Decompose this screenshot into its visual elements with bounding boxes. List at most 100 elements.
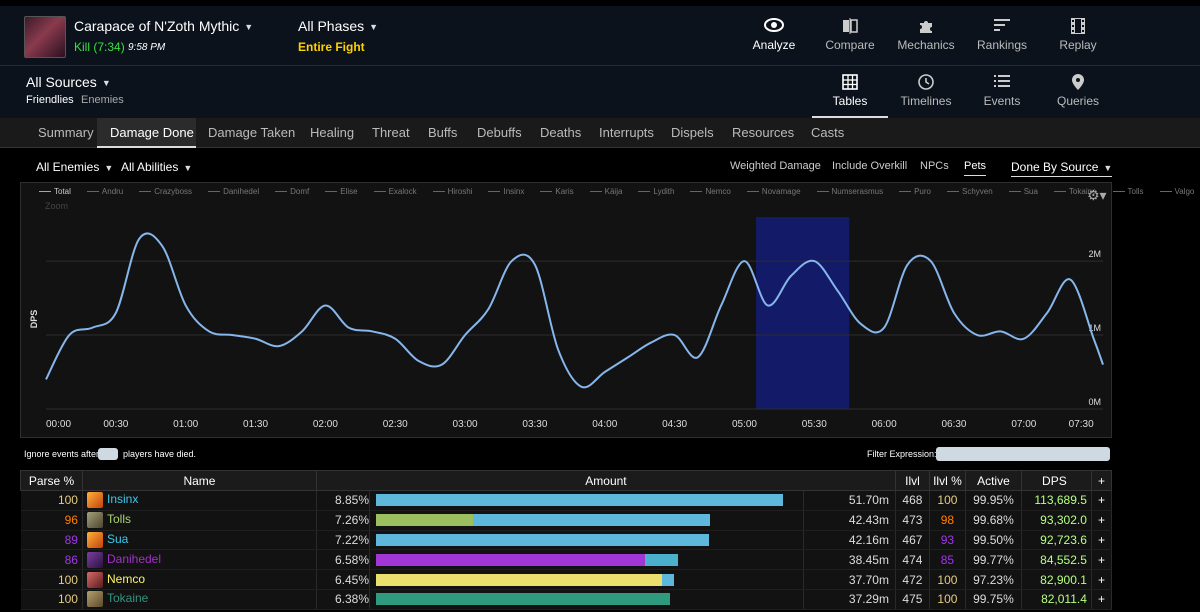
enemies-filter[interactable]: Enemies bbox=[81, 94, 124, 106]
encounter-selector[interactable]: Carapace of N'Zoth Mythic ▼ bbox=[74, 18, 253, 34]
view-queries[interactable]: Queries bbox=[1040, 72, 1116, 118]
nav-rankings[interactable]: Rankings bbox=[964, 12, 1040, 70]
table-row[interactable]: 100 Insinx 8.85% 51.70m 468 100 99.95% 1… bbox=[20, 490, 1113, 511]
dps-cell: 82,900.1 bbox=[1021, 569, 1092, 590]
series-line-total bbox=[45, 232, 1104, 389]
expand-row-button[interactable]: + bbox=[1091, 589, 1113, 610]
tab-deaths[interactable]: Deaths bbox=[540, 125, 581, 140]
player-name[interactable]: Tokaine bbox=[107, 592, 148, 606]
player-name-cell[interactable]: Insinx bbox=[82, 490, 317, 511]
option-include-overkill[interactable]: Include Overkill bbox=[832, 160, 907, 172]
table-row[interactable]: 86 Danihedel 6.58% 38.45m 474 85 99.77% … bbox=[20, 549, 1113, 571]
filter-expression-input[interactable] bbox=[936, 447, 1110, 461]
table-row[interactable]: 96 Tolls 7.26% 42.43m 473 98 99.68% 93,3… bbox=[20, 510, 1113, 531]
active-cell: 99.68% bbox=[965, 510, 1022, 531]
ilvl-pct-cell: 100 bbox=[929, 490, 966, 511]
abilities-dropdown[interactable]: All Abilities ▼ bbox=[121, 160, 192, 174]
player-name[interactable]: Insinx bbox=[107, 493, 138, 507]
nav-compare[interactable]: Compare bbox=[812, 12, 888, 70]
col-ilvl[interactable]: Ilvl bbox=[894, 470, 930, 491]
col-active[interactable]: Active bbox=[964, 470, 1022, 491]
col-dps[interactable]: DPS bbox=[1020, 470, 1092, 491]
nav-mechanics[interactable]: Mechanics bbox=[888, 12, 964, 70]
expand-row-button[interactable]: + bbox=[1091, 530, 1113, 551]
ilvl-pct-cell: 93 bbox=[929, 530, 966, 551]
x-tick-label: 01:30 bbox=[243, 419, 268, 430]
amount-percent: 6.58% bbox=[316, 549, 371, 571]
ilvl-cell: 468 bbox=[895, 490, 930, 511]
amount-bar bbox=[369, 569, 804, 590]
ilvl-cell: 475 bbox=[895, 589, 930, 610]
y-axis-label: DPS bbox=[29, 310, 39, 329]
expand-row-button[interactable]: + bbox=[1091, 490, 1113, 511]
nav-analyze-label: Analyze bbox=[752, 38, 796, 52]
player-name-cell[interactable]: Tokaine bbox=[82, 589, 317, 610]
players-died-label: players have died. bbox=[123, 449, 197, 459]
expand-row-button[interactable]: + bbox=[1091, 510, 1113, 531]
table-row[interactable]: 100 Nemco 6.45% 37.70m 472 100 97.23% 82… bbox=[20, 569, 1113, 590]
phase-selector[interactable]: All Phases ▼ bbox=[298, 18, 378, 34]
option-pets[interactable]: Pets bbox=[964, 160, 987, 176]
player-name-cell[interactable]: Tolls bbox=[82, 510, 317, 531]
tab-casts[interactable]: Casts bbox=[811, 125, 844, 140]
expand-row-button[interactable]: + bbox=[1091, 569, 1113, 590]
tab-debuffs[interactable]: Debuffs bbox=[477, 125, 522, 140]
amount-value: 42.16m bbox=[803, 530, 896, 551]
tab-interrupts[interactable]: Interrupts bbox=[599, 125, 654, 140]
dps-chart[interactable]: Total Andru Crazyboss Danihedel Domf Elise Exa… bbox=[20, 182, 1194, 438]
x-tick-label: 07:30 bbox=[1069, 419, 1094, 430]
x-tick-label: 05:00 bbox=[732, 419, 757, 430]
amount-bar bbox=[369, 549, 804, 571]
expand-row-button[interactable]: + bbox=[1091, 549, 1113, 571]
amount-bar-segment bbox=[376, 514, 473, 527]
parse-cell: 89 bbox=[20, 530, 83, 551]
done-by-dropdown[interactable]: Done By Source ▼ bbox=[1011, 160, 1113, 177]
view-events[interactable]: Events bbox=[964, 72, 1040, 118]
tab-summary[interactable]: Summary bbox=[38, 125, 94, 140]
legend-item[interactable]: Tolls bbox=[1112, 187, 1152, 196]
legend-swatch bbox=[1112, 191, 1125, 193]
chart-plot[interactable]: 2M1M0M00:00 00:30 01:00 01:30 02:00 02:30 03:0… bbox=[21, 183, 1111, 437]
legend-item[interactable]: Valgo bbox=[1159, 187, 1200, 196]
player-name[interactable]: Tolls bbox=[107, 512, 131, 526]
player-name-cell[interactable]: Sua bbox=[82, 530, 317, 551]
tab-damage-taken[interactable]: Damage Taken bbox=[208, 125, 295, 140]
death-count-input[interactable] bbox=[98, 448, 118, 460]
x-tick-label: 03:00 bbox=[453, 419, 478, 430]
player-name-cell[interactable]: Nemco bbox=[82, 569, 317, 590]
demon-icon bbox=[86, 551, 103, 568]
col-ilvl-pct[interactable]: Ilvl % bbox=[928, 470, 966, 491]
nav-analyze[interactable]: Analyze bbox=[736, 12, 812, 70]
sources-label: All Sources bbox=[26, 74, 97, 90]
player-name[interactable]: Danihedel bbox=[107, 552, 161, 566]
col-parse[interactable]: Parse % bbox=[20, 470, 83, 491]
amount-bar-segment bbox=[376, 494, 784, 507]
x-tick-label: 04:00 bbox=[592, 419, 617, 430]
player-name[interactable]: Sua bbox=[107, 532, 128, 546]
col-amount[interactable]: Amount bbox=[315, 470, 896, 491]
player-name[interactable]: Nemco bbox=[107, 572, 145, 586]
tab-dispels[interactable]: Dispels bbox=[671, 125, 714, 140]
parse-cell: 100 bbox=[20, 490, 83, 511]
tab-damage-done[interactable]: Damage Done bbox=[110, 125, 194, 140]
enemies-dropdown[interactable]: All Enemies ▼ bbox=[36, 160, 113, 174]
friendlies-filter[interactable]: Friendlies bbox=[26, 94, 74, 106]
tab-healing[interactable]: Healing bbox=[310, 125, 354, 140]
tab-resources[interactable]: Resources bbox=[732, 125, 794, 140]
tab-buffs[interactable]: Buffs bbox=[428, 125, 457, 140]
x-tick-label: 01:00 bbox=[173, 419, 198, 430]
tab-threat[interactable]: Threat bbox=[372, 125, 410, 140]
amount-bar-segment bbox=[376, 573, 662, 586]
col-expand[interactable]: + bbox=[1090, 470, 1113, 491]
view-timelines[interactable]: Timelines bbox=[888, 72, 964, 118]
nav-replay[interactable]: Replay bbox=[1040, 12, 1116, 70]
col-name[interactable]: Name bbox=[81, 470, 317, 491]
option-weighted-damage[interactable]: Weighted Damage bbox=[730, 160, 821, 172]
sources-selector[interactable]: All Sources ▼ bbox=[26, 74, 111, 90]
amount-percent: 6.38% bbox=[316, 589, 371, 610]
table-row[interactable]: 89 Sua 7.22% 42.16m 467 93 99.50% 92,723… bbox=[20, 530, 1113, 551]
option-npcs[interactable]: NPCs bbox=[920, 160, 949, 172]
table-row[interactable]: 100 Tokaine 6.38% 37.29m 475 100 99.75% … bbox=[20, 589, 1113, 610]
player-name-cell[interactable]: Danihedel bbox=[82, 549, 317, 571]
view-tables[interactable]: Tables bbox=[812, 72, 888, 118]
